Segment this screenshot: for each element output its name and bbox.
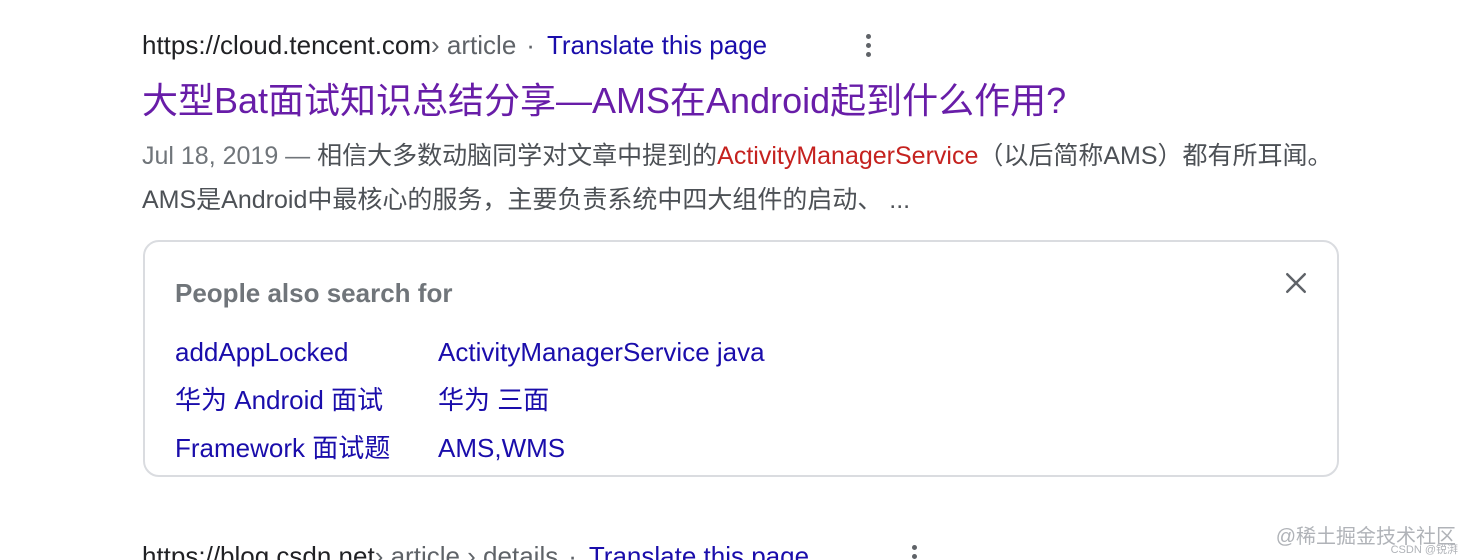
people-also-search-box: People also search for addAppLocked 华为 A… (143, 240, 1339, 477)
result-1-breadcrumb: › article (431, 30, 517, 60)
snippet-text: 相信大多数动脑同学对文章中提到的 (317, 142, 718, 170)
result-1-date: Jul 18, 2019 — (142, 142, 318, 170)
citation-separator: · (568, 541, 577, 560)
result-2-citation: https://blog.csdn.net › article › detail… (142, 538, 809, 560)
related-search-link[interactable]: 华为 Android 面试 (175, 376, 390, 424)
citation-separator: · (526, 30, 535, 60)
people-also-search-column-2: ActivityManagerService java 华为 三面 AMS,WM… (438, 328, 765, 472)
result-1-translate-link[interactable]: Translate this page (547, 27, 767, 63)
result-1-domain[interactable]: https://cloud.tencent.com (142, 27, 431, 63)
people-also-search-column-1: addAppLocked 华为 Android 面试 Framework 面试题 (175, 328, 390, 472)
related-search-link[interactable]: addAppLocked (175, 328, 390, 376)
related-search-link[interactable]: ActivityManagerService java (438, 328, 765, 376)
people-also-search-heading: People also search for (175, 278, 453, 308)
close-icon[interactable] (1281, 268, 1311, 298)
more-vert-icon[interactable] (902, 538, 926, 560)
result-1-title-link[interactable]: 大型Bat面试知识总结分享—AMS在Android起到什么作用? (142, 76, 1066, 126)
snippet-highlight: ActivityManagerService (717, 142, 979, 170)
related-search-link[interactable]: Framework 面试题 (175, 424, 390, 472)
more-vert-icon[interactable] (856, 27, 880, 63)
result-2-translate-link[interactable]: Translate this page (589, 538, 809, 560)
result-2-domain[interactable]: https://blog.csdn.net (142, 538, 375, 560)
related-search-link[interactable]: AMS,WMS (438, 424, 765, 472)
result-2-breadcrumb: › article › details (374, 541, 559, 560)
result-1-citation: https://cloud.tencent.com › article · Tr… (142, 27, 767, 63)
watermark-sub: CSDN @锐湃 (1390, 544, 1458, 556)
search-results-page: https://cloud.tencent.com › article · Tr… (0, 0, 1472, 560)
related-search-link[interactable]: 华为 三面 (438, 376, 765, 424)
result-1-snippet: Jul 18, 2019 — 相信大多数动脑同学对文章中提到的ActivityM… (142, 134, 1342, 222)
